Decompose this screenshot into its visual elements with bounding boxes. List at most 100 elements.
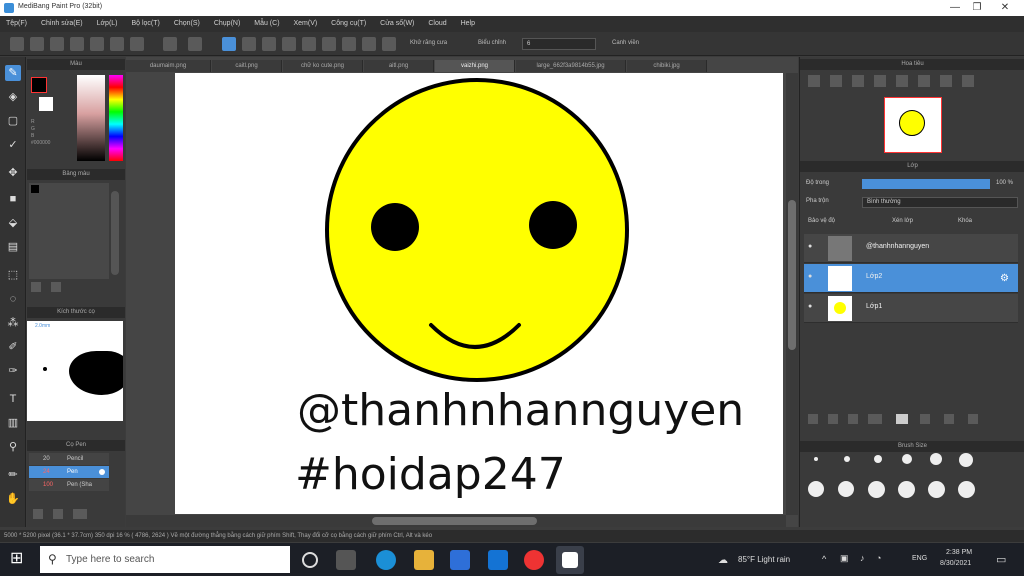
hue-slider[interactable] (109, 75, 123, 161)
zoom-out-icon[interactable] (830, 75, 842, 87)
tray-expand-icon[interactable]: ^ (822, 554, 826, 564)
select-tool-icon[interactable]: ⬚ (5, 267, 21, 283)
duplicate-layer-icon[interactable] (848, 414, 858, 424)
redo-icon[interactable] (188, 37, 202, 51)
weather-text[interactable]: 85°F Light rain (738, 555, 790, 564)
hand-tool-icon[interactable]: ✋ (5, 491, 21, 507)
move-tool-icon[interactable]: ✥ (5, 165, 21, 181)
task-view-grid-icon[interactable] (336, 550, 356, 570)
brush-item-selected[interactable]: 24 Pen (29, 466, 109, 478)
palette-swatch[interactable] (31, 185, 39, 193)
merge-down-icon[interactable] (920, 414, 930, 424)
eye-icon[interactable]: ● (808, 303, 816, 311)
brush-menu-icon[interactable] (73, 509, 87, 519)
brush-size-option[interactable] (808, 481, 824, 497)
crop-icon[interactable] (130, 37, 144, 51)
select-pen-tool-icon[interactable]: ✐ (5, 339, 21, 355)
rotate-left-icon[interactable] (896, 75, 908, 87)
brush-size-option[interactable] (902, 454, 912, 464)
wifi-icon[interactable]: ◔ (876, 553, 881, 563)
brush-size-option[interactable] (868, 481, 885, 498)
tab-document[interactable]: aitl.png (364, 60, 434, 72)
secondary-color-swatch[interactable] (39, 97, 53, 111)
home-icon[interactable] (30, 37, 44, 51)
file-explorer-icon[interactable] (414, 550, 434, 570)
eye-icon[interactable]: ● (808, 273, 816, 281)
menu-capture[interactable]: Chụp(N) (208, 16, 246, 32)
windows-start-icon[interactable]: ⊞ (10, 551, 26, 567)
menu-edit[interactable]: Chỉnh sửa(E) (35, 16, 89, 32)
lock-checkbox[interactable]: Khóa (958, 218, 972, 224)
layer-row[interactable]: ● @thanhnhannguyen (804, 234, 1018, 263)
brush-item[interactable]: 20 Pencil (29, 453, 109, 465)
gradient-tool-icon[interactable]: ▤ (5, 239, 21, 255)
vertical-scroll-thumb[interactable] (788, 200, 796, 350)
brush-tool-icon[interactable]: ✎ (5, 65, 21, 81)
tab-document[interactable]: caitl.png (212, 60, 282, 72)
menu-cloud[interactable]: Cloud (422, 16, 452, 32)
layer-row-selected[interactable]: ● Lớp2 ⚙ (804, 264, 1018, 293)
curve-icon[interactable] (342, 37, 356, 51)
tab-document[interactable]: daumaim.png (126, 60, 211, 72)
medibang-taskbar-icon[interactable] (556, 546, 584, 574)
fit-icon[interactable] (852, 75, 864, 87)
rotate-right-icon[interactable] (940, 75, 952, 87)
dot-tool-icon[interactable]: ▢ (5, 113, 21, 129)
lasso-tool-icon[interactable]: ◌ (5, 291, 21, 307)
tab-document[interactable]: large_662f3a9814b55.jpg (516, 60, 626, 72)
chat-icon[interactable] (50, 37, 64, 51)
image-icon[interactable] (70, 37, 84, 51)
eraser-tool-icon[interactable]: ◈ (5, 89, 21, 105)
color-value-slider[interactable] (77, 75, 105, 161)
antialias-checkbox-label[interactable]: Khử răng cưa (410, 40, 447, 46)
folder-icon[interactable] (896, 414, 908, 424)
chrome-icon[interactable] (524, 550, 544, 570)
notification-icon[interactable]: ▭ (996, 553, 1006, 566)
menu-template[interactable]: Mẫu (C) (248, 16, 285, 32)
brush-size-option[interactable] (930, 453, 942, 465)
menu-tools[interactable]: Công cụ(T) (325, 16, 372, 32)
brush-size-option[interactable] (838, 481, 854, 497)
edge-icon[interactable] (376, 550, 396, 570)
page-icon[interactable] (90, 37, 104, 51)
brush-size-option[interactable] (958, 481, 975, 498)
delete-palette-icon[interactable] (51, 282, 61, 292)
add-palette-icon[interactable] (31, 282, 41, 292)
network-icon[interactable]: ▣ (840, 553, 849, 564)
task-view-icon[interactable] (302, 552, 318, 568)
brush-size-option[interactable] (814, 457, 818, 461)
edge-checkbox-label[interactable]: Canh viền (612, 40, 639, 46)
brush-size-option[interactable] (959, 453, 973, 467)
horizontal-scroll-thumb[interactable] (372, 517, 537, 525)
undo-icon[interactable] (163, 37, 177, 51)
ellipse-icon[interactable] (362, 37, 376, 51)
zoom-in-icon[interactable] (808, 75, 820, 87)
tab-document-active[interactable]: vaizhi.png (435, 60, 515, 72)
maximize-button[interactable]: ❐ (962, 0, 992, 16)
flip-icon[interactable] (962, 75, 974, 87)
magic-wand-tool-icon[interactable]: ⁂ (5, 315, 21, 331)
navigator-preview[interactable] (884, 97, 942, 153)
blend-mode-select[interactable]: Bình thường (862, 197, 1018, 208)
eyedropper-tool-icon[interactable]: ⚲ (5, 439, 21, 455)
mail-icon[interactable] (450, 550, 470, 570)
fill-shape-tool-icon[interactable]: ■ (5, 191, 21, 207)
menu-filter[interactable]: Bộ lọc(T) (125, 16, 165, 32)
delete-layer-icon[interactable] (968, 414, 978, 424)
brush-size-preview[interactable]: 2.0mm (27, 321, 123, 421)
clipping-checkbox[interactable]: Xén lớp (892, 218, 913, 224)
add-layer-menu-icon[interactable] (868, 414, 882, 424)
palette-scrollbar[interactable] (111, 191, 119, 275)
check-tool-icon[interactable]: ✓ (5, 137, 21, 153)
menu-window[interactable]: Cửa sổ(W) (374, 16, 420, 32)
brush-size-option[interactable] (844, 456, 850, 462)
palette-area[interactable] (29, 183, 109, 279)
reset-rotation-icon[interactable] (918, 75, 930, 87)
menu-view[interactable]: Xem(V) (287, 16, 323, 32)
pages-icon[interactable] (110, 37, 124, 51)
menu-layer[interactable]: Lớp(L) (91, 16, 124, 32)
brush-settings-icon[interactable] (99, 469, 105, 475)
clock-date[interactable]: 8/30/2021 (940, 560, 971, 567)
layer-settings-gear-icon[interactable]: ⚙ (1000, 273, 1009, 284)
new-halftone-layer-icon[interactable] (828, 414, 838, 424)
